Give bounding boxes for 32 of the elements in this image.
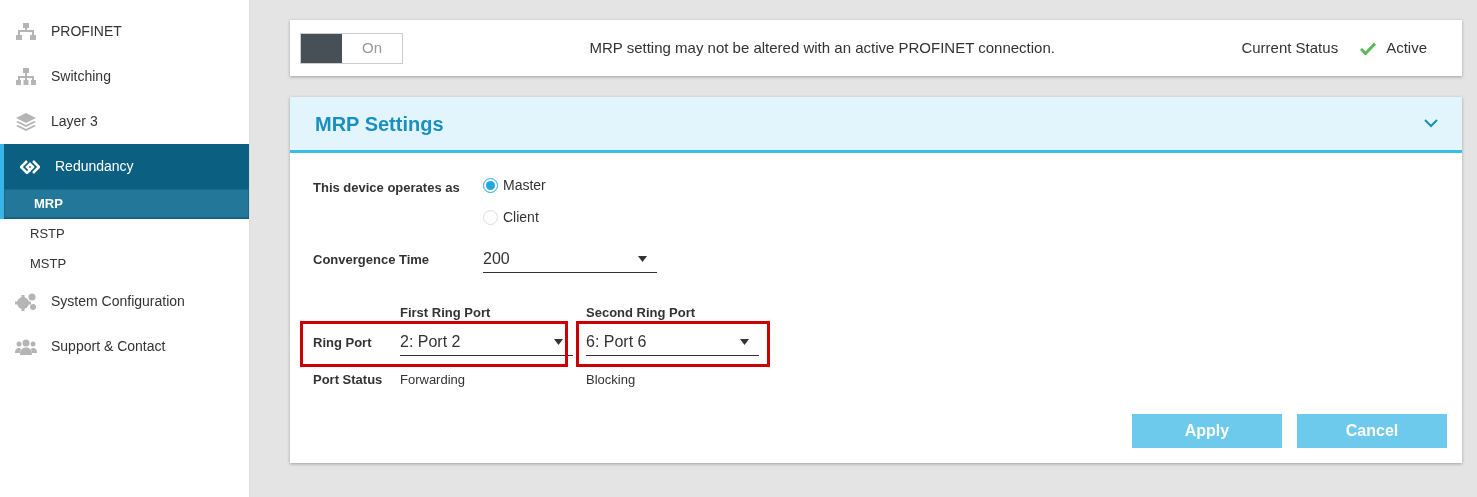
- caret-icon: [740, 339, 749, 345]
- port-select[interactable]: 6: Port 6: [586, 329, 759, 356]
- layers-icon: [15, 112, 37, 131]
- sidebar-item[interactable]: System Configuration: [0, 279, 249, 324]
- port-select[interactable]: 2: Port 2: [400, 329, 573, 356]
- check-icon: [1360, 41, 1377, 55]
- radio-label: Master: [503, 176, 546, 195]
- radio-label: Client: [503, 208, 539, 227]
- sidebar-item[interactable]: Redundancy: [0, 144, 249, 189]
- notice-text: MRP setting may not be altered with an active PROFINET connection.: [588, 37, 1056, 58]
- sidebar-item[interactable]: Switching: [0, 54, 249, 99]
- column-heading: Second Ring Port: [586, 304, 697, 322]
- sidebar-item[interactable]: PROFINET: [0, 9, 249, 54]
- sidebar-item[interactable]: Support & Contact: [0, 324, 249, 369]
- people-icon: [15, 338, 37, 355]
- field-label: Convergence Time: [313, 250, 431, 269]
- sidebar-item[interactable]: Layer 3: [0, 99, 249, 144]
- status-label: Current Status: [1241, 37, 1339, 58]
- field-label: This device operates as: [313, 179, 461, 197]
- field-label: Port Status: [313, 371, 384, 389]
- field-label: Ring Port: [313, 333, 373, 352]
- sidebar-subitem[interactable]: MRP: [4, 189, 249, 218]
- column-heading: First Ring Port: [400, 304, 492, 322]
- port-status: Blocking: [586, 371, 637, 389]
- caret-icon: [554, 339, 563, 345]
- caret-icon: [638, 256, 647, 262]
- hierarchy-icon: [15, 67, 37, 86]
- convergence-select[interactable]: 200: [483, 246, 657, 273]
- port-status: Forwarding: [400, 371, 467, 389]
- status-value: Active: [1386, 37, 1427, 58]
- diamond-icon: [19, 159, 41, 174]
- network-icon: [15, 22, 37, 41]
